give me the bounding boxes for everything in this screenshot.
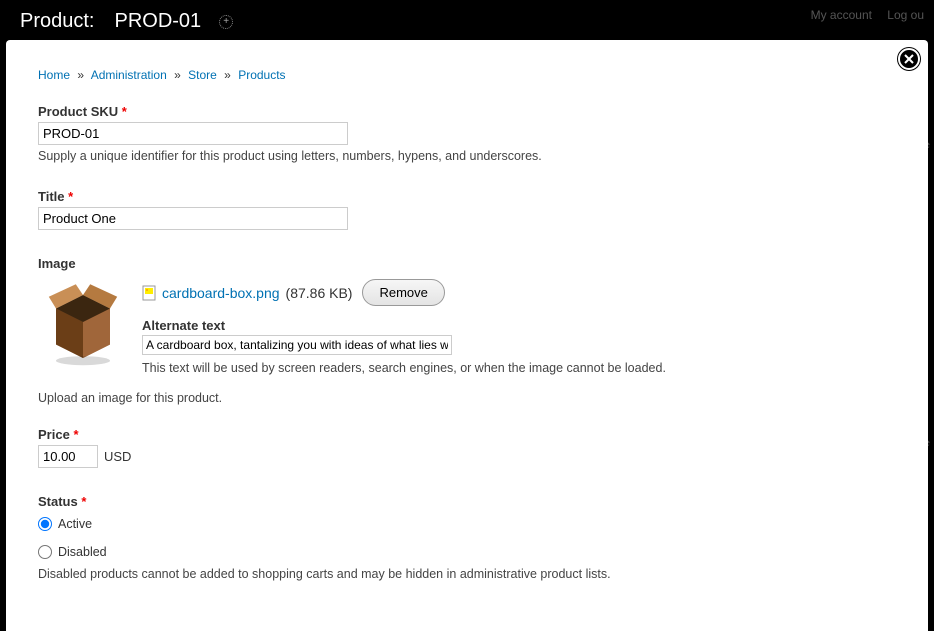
alt-text-input[interactable] [142, 335, 452, 355]
status-label: Status * [38, 494, 896, 509]
image-upload-description: Upload an image for this product. [38, 391, 896, 405]
price-input[interactable] [38, 445, 98, 468]
breadcrumb-sep: » [224, 68, 231, 82]
breadcrumb-sep: » [77, 68, 84, 82]
price-currency: USD [104, 449, 131, 464]
plus-icon[interactable]: + [219, 15, 233, 29]
status-active-label: Active [58, 517, 92, 531]
close-icon [904, 54, 914, 64]
image-file-link[interactable]: cardboard-box.png [162, 285, 280, 301]
breadcrumb-products[interactable]: Products [238, 68, 285, 82]
cardboard-box-icon [38, 277, 128, 367]
close-button[interactable] [898, 48, 920, 70]
status-disabled-label: Disabled [58, 545, 107, 559]
breadcrumb: Home » Administration » Store » Products [38, 68, 896, 82]
remove-button[interactable]: Remove [362, 279, 444, 306]
title-field-group: Title * [38, 189, 896, 230]
modal-panel: Home » Administration » Store » Products… [6, 40, 928, 631]
sku-label: Product SKU * [38, 104, 896, 119]
alt-text-label: Alternate text [142, 318, 896, 333]
alt-text-description: This text will be used by screen readers… [142, 361, 896, 375]
sku-input[interactable] [38, 122, 348, 145]
image-label: Image [38, 256, 896, 271]
log-out-link[interactable]: Log ou [887, 8, 924, 22]
my-account-link[interactable]: My account [811, 8, 872, 22]
breadcrumb-home[interactable]: Home [38, 68, 70, 82]
image-file-size: (87.86 KB) [286, 285, 353, 301]
price-field-group: Price * USD [38, 427, 896, 468]
title-input[interactable] [38, 207, 348, 230]
breadcrumb-sep: » [174, 68, 181, 82]
top-right-links: My account Log ou [799, 8, 924, 22]
file-icon [142, 285, 156, 301]
breadcrumb-store[interactable]: Store [188, 68, 217, 82]
title-label: Title * [38, 189, 896, 204]
image-field-group: Image [38, 256, 896, 405]
sku-field-group: Product SKU * Supply a unique identifier… [38, 104, 896, 163]
image-thumbnail [38, 277, 128, 367]
status-disabled-radio[interactable] [38, 545, 52, 559]
status-field-group: Status * Active Disabled Disabled produc… [38, 494, 896, 581]
sku-description: Supply a unique identifier for this prod… [38, 149, 896, 163]
price-label: Price * [38, 427, 896, 442]
title-prefix: Product: [20, 10, 94, 33]
title-value: PROD-01 [114, 10, 201, 33]
page-title: Product: PROD-01 + [20, 10, 233, 33]
status-description: Disabled products cannot be added to sho… [38, 567, 896, 581]
status-active-radio[interactable] [38, 517, 52, 531]
breadcrumb-administration[interactable]: Administration [91, 68, 167, 82]
